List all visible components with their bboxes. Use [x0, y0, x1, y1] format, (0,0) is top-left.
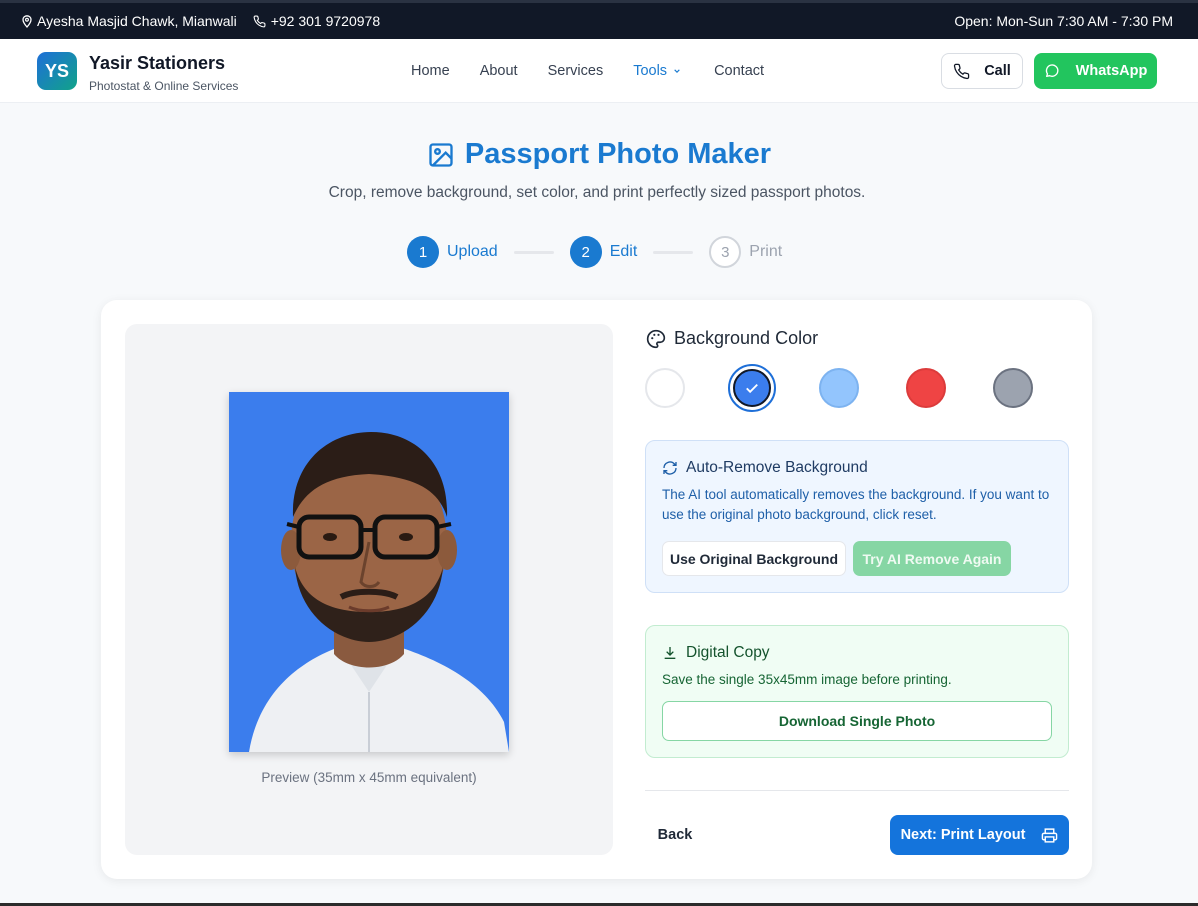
digital-copy-title: Digital Copy [686, 644, 770, 661]
phone-icon [954, 63, 970, 79]
divider [645, 790, 1069, 791]
page-title: Passport Photo Maker [464, 138, 772, 170]
digital-copy-panel: Digital Copy Save the single 35x45mm ima… [645, 625, 1069, 758]
phone-icon [253, 15, 266, 27]
next-print-layout-button[interactable]: Next: Print Layout [890, 815, 1069, 855]
step-connector [653, 250, 694, 254]
page-subtitle: Crop, remove background, set color, and … [328, 184, 866, 201]
passport-photo-preview [229, 392, 509, 752]
next-button-label: Next: Print Layout [900, 827, 1026, 843]
digital-copy-description: Save the single 35x45mm image before pri… [662, 672, 952, 687]
nav-tools-label: Tools [633, 63, 668, 79]
whatsapp-button[interactable]: WhatsApp [1034, 53, 1157, 89]
swatch-white[interactable] [645, 368, 685, 408]
nav-tools[interactable]: Tools [633, 63, 684, 79]
page-heading: Passport Photo Maker [0, 138, 1198, 171]
logo-badge[interactable]: YS [37, 52, 77, 90]
use-original-background-button[interactable]: Use Original Background [662, 541, 846, 576]
step-3-circle: 3 [709, 236, 742, 268]
digital-copy-heading: Digital Copy [662, 644, 770, 662]
refresh-icon [663, 461, 677, 475]
call-label: Call [984, 63, 1011, 79]
portrait-image [229, 392, 509, 752]
chevron-down-icon [674, 69, 680, 73]
step-1-circle: 1 [407, 236, 439, 268]
nav-services[interactable]: Services [548, 63, 604, 79]
auto-remove-title: Auto-Remove Background [686, 459, 868, 476]
swatch-red[interactable] [906, 368, 946, 408]
auto-remove-description: The AI tool automatically removes the ba… [662, 487, 1050, 522]
phone-text: +92 301 9720978 [270, 13, 381, 29]
download-single-photo-button[interactable]: Download Single Photo [662, 701, 1052, 741]
background-color-heading: Background Color [646, 328, 818, 349]
check-icon [746, 383, 758, 394]
progress-stepper: 1 Upload 2 Edit 3 Print [407, 236, 782, 268]
step-3-label: Print [749, 243, 783, 260]
try-ai-remove-button[interactable]: Try AI Remove Again [853, 541, 1011, 576]
editor-card: Preview (35mm x 45mm equivalent) Backgro… [101, 300, 1092, 879]
call-button[interactable]: Call [941, 53, 1023, 89]
address-text: Ayesha Masjid Chawk, Mianwali [37, 13, 237, 29]
printer-icon [1042, 827, 1058, 843]
top-info-bar: Ayesha Masjid Chawk, Mianwali +92 301 97… [0, 0, 1198, 39]
image-icon [429, 142, 453, 167]
step-2-circle: 2 [569, 236, 602, 268]
swatch-light-blue[interactable] [819, 368, 859, 408]
opening-hours: Open: Mon-Sun 7:30 AM - 7:30 PM [954, 13, 1173, 29]
brand-tagline: Photostat & Online Services [89, 79, 239, 93]
download-icon [664, 647, 676, 659]
site-header: YS Yasir Stationers Photostat & Online S… [0, 39, 1198, 103]
auto-remove-heading: Auto-Remove Background [662, 459, 868, 477]
whatsapp-label: WhatsApp [1075, 63, 1148, 79]
swatch-blue-fill [733, 369, 771, 407]
step-1-label: Upload [447, 243, 498, 260]
map-pin-icon [22, 14, 32, 28]
nav-home[interactable]: Home [411, 63, 450, 79]
brand-name[interactable]: Yasir Stationers [89, 53, 225, 74]
step-connector [513, 250, 554, 254]
swatch-gray[interactable] [993, 368, 1033, 408]
photo-preview-panel: Preview (35mm x 45mm equivalent) [125, 324, 613, 855]
main-nav: Home About Services Tools Contact [411, 63, 794, 79]
preview-caption: Preview (35mm x 45mm equivalent) [261, 770, 477, 785]
auto-remove-panel: Auto-Remove Background The AI tool autom… [645, 440, 1069, 593]
palette-icon [646, 329, 666, 348]
background-color-title: Background Color [674, 328, 819, 348]
step-2-label: Edit [609, 243, 638, 260]
phone-item[interactable]: +92 301 9720978 [253, 13, 380, 29]
swatch-blue-selected[interactable] [728, 364, 776, 412]
back-button[interactable]: Back [645, 815, 705, 855]
whatsapp-icon [1045, 64, 1059, 77]
address-item: Ayesha Masjid Chawk, Mianwali [22, 13, 237, 29]
nav-about[interactable]: About [480, 63, 518, 79]
nav-contact[interactable]: Contact [714, 63, 764, 79]
